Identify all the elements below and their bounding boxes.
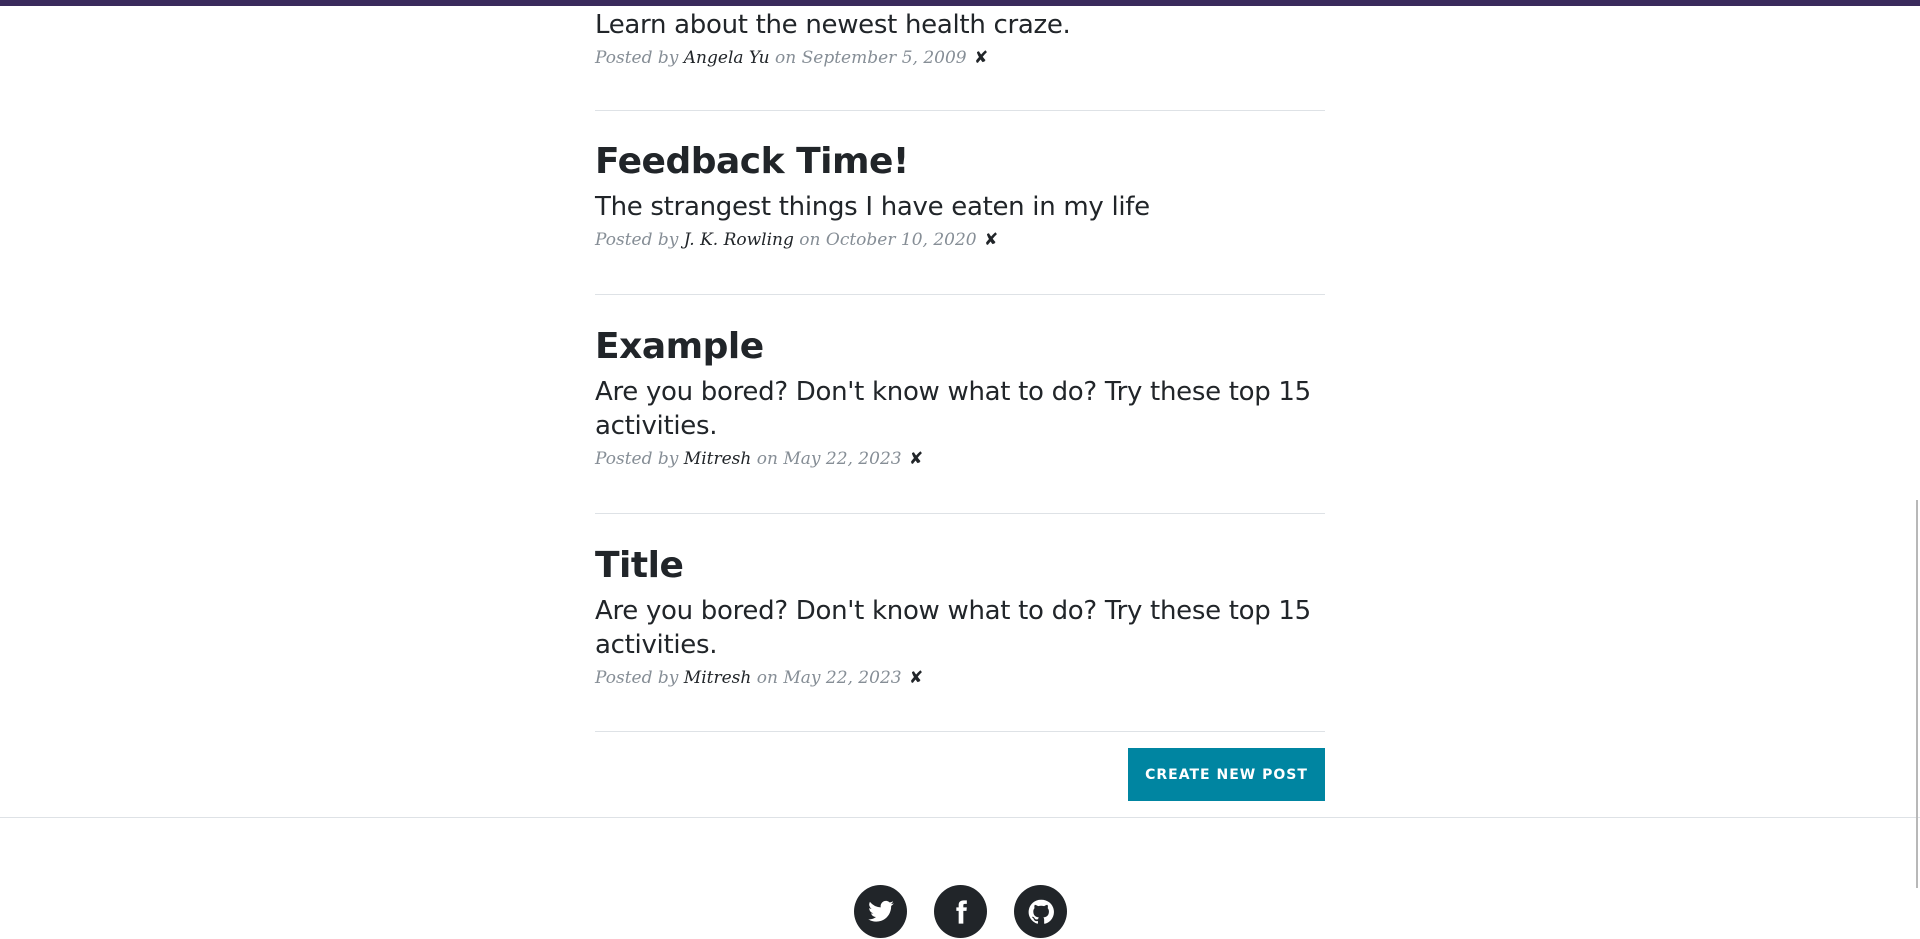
twitter-icon[interactable] [854,885,907,938]
post-divider [595,294,1325,295]
posted-by-label: Posted by [595,449,679,469]
post-title[interactable]: Feedback Time! [595,140,1325,184]
post-subtitle[interactable]: Are you bored? Don't know what to do? Tr… [595,375,1325,443]
post-date: on May 22, 2023 [756,449,902,469]
post-preview[interactable]: Example Are you bored? Don't know what t… [595,325,1325,469]
post-meta: Posted by Mitresh on May 22, 2023 ✘ [595,449,1325,469]
create-new-post-button[interactable]: Create New Post [1128,748,1325,801]
post-divider [595,513,1325,514]
facebook-icon[interactable] [934,885,987,938]
post-author[interactable]: J. K. Rowling [684,230,794,250]
delete-post-icon[interactable]: ✘ [909,449,923,469]
post-subtitle[interactable]: Learn about the newest health craze. [595,8,1325,42]
post-title[interactable]: Title [595,544,1325,588]
post-title[interactable]: Example [595,325,1325,369]
post-date: on May 22, 2023 [756,668,902,688]
post-meta: Posted by J. K. Rowling on October 10, 2… [595,230,1325,250]
delete-post-icon[interactable]: ✘ [974,48,988,68]
posted-by-label: Posted by [595,668,679,688]
post-subtitle[interactable]: The strangest things I have eaten in my … [595,190,1325,224]
post-subtitle[interactable]: Are you bored? Don't know what to do? Tr… [595,594,1325,662]
posted-by-label: Posted by [595,230,679,250]
post-author[interactable]: Mitresh [684,668,752,688]
post-preview[interactable]: Title Are you bored? Don't know what to … [595,544,1325,688]
footer-divider [0,817,1920,818]
post-meta: Posted by Mitresh on May 22, 2023 ✘ [595,668,1325,688]
post-divider [595,731,1325,732]
delete-post-icon[interactable]: ✘ [909,668,923,688]
delete-post-icon[interactable]: ✘ [984,230,998,250]
scrollbar[interactable] [1916,500,1918,888]
post-date: on October 10, 2020 [799,230,977,250]
post-date: on September 5, 2009 [775,48,967,68]
post-divider [595,110,1325,111]
post-preview[interactable]: Feedback Time! The strangest things I ha… [595,140,1325,250]
post-preview[interactable]: Learn about the newest health craze. Pos… [595,8,1325,68]
top-nav-bar-edge [0,0,1920,6]
post-author[interactable]: Mitresh [684,449,752,469]
post-meta: Posted by Angela Yu on September 5, 2009… [595,48,1325,68]
posted-by-label: Posted by [595,48,679,68]
github-icon[interactable] [1014,885,1067,938]
post-author[interactable]: Angela Yu [684,48,770,68]
